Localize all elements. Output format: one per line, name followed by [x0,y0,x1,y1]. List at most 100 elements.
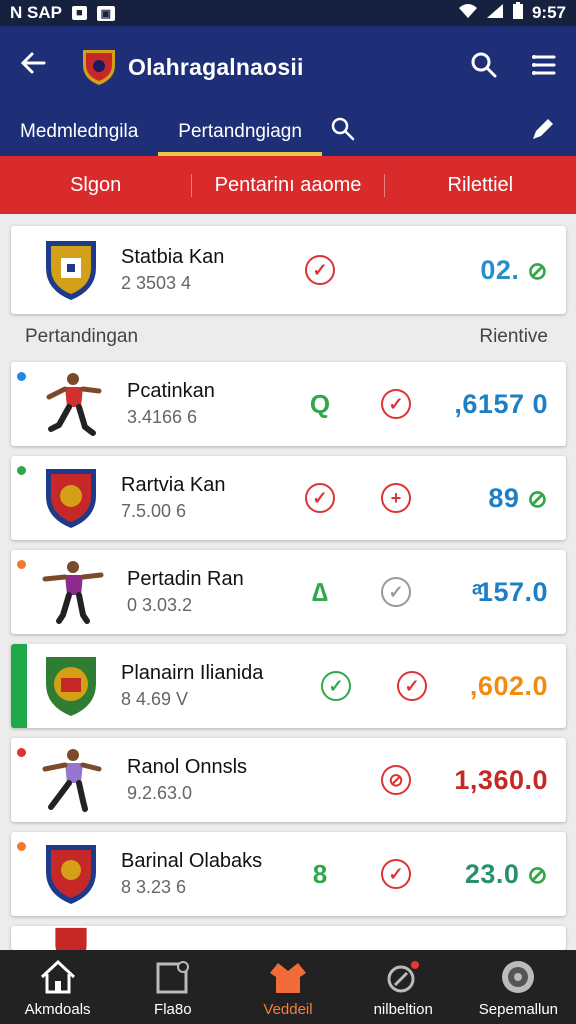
status-bar: N SAP ■ ▣ 9:57 [0,0,576,26]
notification-icon [387,960,420,992]
team-crest-icon [55,927,87,950]
nav-veddeil[interactable]: Veddeil [230,950,345,1024]
check-icon[interactable]: ✓ [305,483,335,513]
match-value-text: 23.0 [464,858,520,889]
status-dot [17,466,26,475]
edit-icon[interactable] [530,116,556,148]
calendar-icon [156,960,189,993]
app-bar: Olahragalnaosii [0,26,576,108]
match-sub: 8 4.69 V [121,689,189,709]
check-icon[interactable]: ✓ [381,859,411,889]
status-dot [17,842,26,851]
status-left-text: N SAP [10,3,62,22]
team-crest-icon [46,657,96,716]
match-value: 1,360.0 [454,765,548,796]
club-logo-icon [83,50,115,85]
match-name: Statbia Kan [121,246,225,268]
nav-nilbeltion[interactable]: nilbeltion [346,950,461,1024]
check-icon[interactable]: ✓ [321,671,351,701]
status-time: 9:57 [531,3,566,22]
match-sub: 8 3.23 6 [121,877,187,897]
check-circle-icon: ⊘ [527,861,548,889]
search-result-icon[interactable]: Q [305,389,335,419]
bottom-nav: Akmdoals Fla8o Veddeil nilbeltion Sepema… [0,950,576,1024]
filter-pentarini[interactable]: Pentarinı aaome [191,173,385,197]
match-name: Rartvia Kan [121,474,226,496]
nav-label: Akmdoals [24,1000,91,1018]
match-value: ͣ157.0 [477,577,548,608]
check-icon[interactable]: ✓ [381,389,411,419]
match-row-partial[interactable] [11,926,566,950]
match-row[interactable]: Barinal Olabaks 8 3.23 6 8 ✓ 23.0 ⊘ [11,832,566,916]
team-crest-icon [46,469,96,528]
match-sub: 9.2.63.0 [127,783,193,803]
match-value: 89 ⊘ [488,483,548,514]
match-value-text: ͣ157.0 [477,576,548,607]
tab-pertandngiagn[interactable]: Pertandngiagn [158,108,322,156]
wifi-icon [458,3,478,24]
check-icon[interactable]: ✓ [381,577,411,607]
signal-icon [486,3,504,24]
back-arrow-icon[interactable] [18,47,58,88]
notification-icon: ■ [71,6,87,20]
match-value: ,602.0 [470,671,548,702]
match-name: Ranol Onnsls [127,756,248,778]
match-sub: 3.4​1​66 6 [127,407,198,427]
match-value-text: 1,360.0 [454,764,548,795]
nav-label: Fla8o [154,1000,192,1018]
match-value: 23.0 ⊘ [465,859,548,890]
filter-slgon[interactable]: Slgon [0,174,191,197]
featured-match-card[interactable]: Statbia Kan 2 3503 4 ✓ 02. ⊘ [11,226,566,314]
nav-label: nilbeltion [373,1000,433,1018]
match-value: 02. ⊘ [480,255,548,286]
battery-icon [512,1,524,25]
menu-icon[interactable] [530,51,558,84]
match-value: ,6157 0 [454,389,548,420]
check-icon[interactable]: ✓ [305,255,335,285]
check-circle-icon: ⊘ [527,485,548,513]
match-sub: 7.5.00 6 [121,501,187,521]
nav-sepemallun[interactable]: Sepemallun [461,950,576,1024]
match-row[interactable]: Planairn Ilianida 8 4.69 V ✓ ✓ ,602.0 [11,644,566,728]
nav-fla8o[interactable]: Fla8o [115,950,230,1024]
section-title: Pertandingan [25,326,139,347]
player-icon [46,373,102,436]
match-row[interactable]: Rartvia Kan 7.5.00 6 ✓ + 89 ⊘ [11,456,566,540]
ball-icon [502,960,535,993]
player-icon [42,749,102,812]
gallery-icon: ▣ [96,5,116,21]
alert-icon[interactable]: ∆ [305,577,335,607]
status-dot [17,372,26,381]
match-sub: 0 3.03.2 [127,595,193,615]
match-value-text: 02. [480,254,520,285]
match-row[interactable]: Pcatinkan 3.4​1​66 6 Q ✓ ,6157 0 [11,362,566,446]
jersey-icon [270,962,306,993]
match-value-text: ,602.0 [469,670,548,701]
player-stat-icon[interactable]: 8 [305,859,335,889]
home-icon [40,959,75,993]
blocked-icon[interactable]: ⊘ [381,765,411,795]
match-row[interactable]: Ranol Onnsls 9.2.63.0 ⊘ 1,360.0 [11,738,566,822]
tab-bar: Medmledngila Pertandngiagn [0,108,576,156]
check-icon[interactable]: ✓ [397,671,427,701]
nav-home[interactable]: Akmdoals [0,950,115,1024]
tab-medmledngila[interactable]: Medmledngila [0,108,158,156]
match-row[interactable]: Pertadin Ran 0 3.03.2 ∆ ✓ ͣ157.0 [11,550,566,634]
status-dot [17,560,26,569]
match-name: Planairn Ilianida [121,662,264,684]
team-crest-icon [46,241,96,300]
search-icon[interactable] [470,51,498,84]
status-dot [17,748,26,757]
player-icon [42,561,104,624]
match-name: Barinal Olabaks [121,850,263,872]
check-circle-icon: ⊘ [527,257,548,285]
section-right[interactable]: Rientive [479,326,548,348]
add-icon[interactable]: + [381,483,411,513]
match-sub: 2 3503 4 [121,273,192,293]
app-title: Olahragalnaosii [128,53,304,80]
nav-label: Sepemallun [478,1000,559,1018]
nav-label: Veddeil [263,1000,313,1018]
match-name: Pertadin Ran [127,568,244,590]
filter-rilettiel[interactable]: Rilettiel [385,174,576,197]
tab-search-icon[interactable] [330,116,356,148]
